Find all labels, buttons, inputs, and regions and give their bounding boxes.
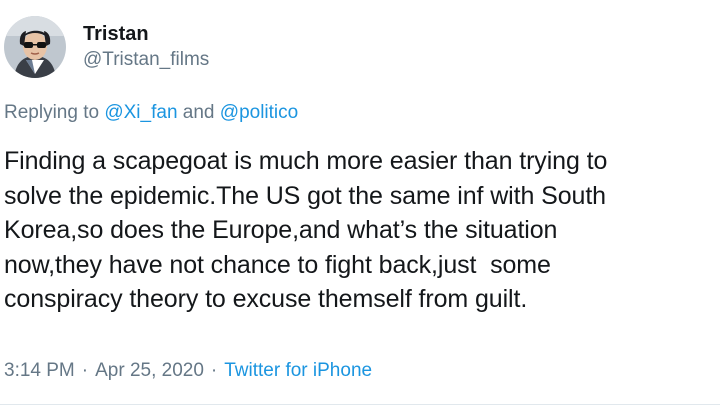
replying-to-joiner: and [182,102,215,123]
avatar-image [4,16,66,78]
tweet-card: Tristan @Tristan_films Replying to @Xi_f… [0,0,720,405]
avatar[interactable] [4,16,66,78]
replying-to-label: Replying to [4,102,100,123]
author-handle[interactable]: @Tristan_films [83,48,209,72]
user-info: Tristan @Tristan_films [83,22,209,72]
replying-to: Replying to @Xi_fan and @politico [4,100,298,126]
meta-separator: · [81,360,89,381]
mention-link-xi-fan[interactable]: @Xi_fan [104,102,177,123]
tweet-date[interactable]: Apr 25, 2020 [95,360,204,381]
tweet-time[interactable]: 3:14 PM [4,360,75,381]
mention-link-politico[interactable]: @politico [220,102,298,123]
tweet-meta: 3:14 PM · Apr 25, 2020 · Twitter for iPhone [4,358,372,384]
author-name[interactable]: Tristan [83,22,209,46]
tweet-text: Finding a scapegoat is much more easier … [4,147,608,313]
meta-separator: · [210,360,218,381]
tweet-source-link[interactable]: Twitter for iPhone [224,360,372,381]
tweet-header: Tristan @Tristan_films [4,16,209,78]
